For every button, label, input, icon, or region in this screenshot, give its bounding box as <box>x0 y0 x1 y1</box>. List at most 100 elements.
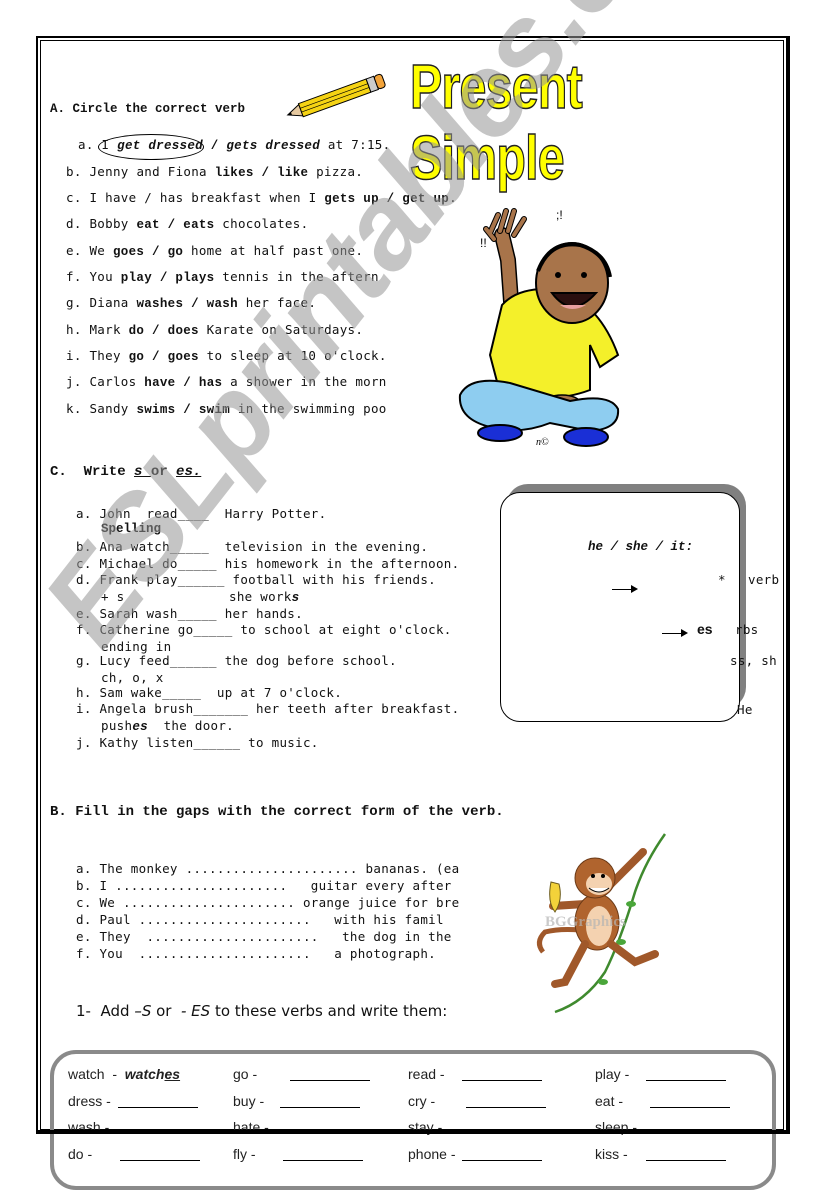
item-sentence-end: home at half past one. <box>183 243 364 258</box>
verb-option-1[interactable]: have <box>144 376 175 390</box>
item-letter: g. <box>76 653 92 668</box>
answer-blank[interactable] <box>290 1080 370 1081</box>
item-letter: h. <box>76 685 92 700</box>
section-a-item: c. I have / has breakfast when I gets up… <box>66 190 457 206</box>
verb-option-2[interactable]: get up <box>402 192 449 206</box>
verb-option-2[interactable]: gets dressed <box>226 139 320 153</box>
item-sentence-end: Karate on Saturdays. <box>198 322 364 337</box>
item-text[interactable]: The monkey ...................... banana… <box>99 861 459 876</box>
answer-blank[interactable] <box>462 1160 542 1161</box>
item-text[interactable]: Sarah wash_____ her hands. <box>99 606 302 621</box>
option-separator: / <box>183 297 207 311</box>
verb-option-2[interactable]: does <box>168 324 199 338</box>
section-c-item: h. Sam wake_____ up at 7 o'clock. <box>76 685 342 700</box>
arrow-right-icon <box>612 585 638 593</box>
item-letter: e. <box>66 243 82 258</box>
section-a-item: a. I get dressed / gets dressed at 7:15. <box>78 137 390 153</box>
rule-box-star: * <box>718 572 726 587</box>
item-text[interactable]: Michael do_____ his homework in the afte… <box>99 556 459 571</box>
section-a-item: i. They go / goes to sleep at 10 o'clock… <box>66 348 387 364</box>
pushes-ending: es <box>132 720 148 734</box>
verb-option-2[interactable]: swim <box>199 403 230 417</box>
section-c-heading-or: or <box>150 464 177 480</box>
section-a-item: k. Sandy swims / swim in the swimming po… <box>66 401 387 417</box>
verb-option-1[interactable]: play <box>121 271 152 285</box>
item-text[interactable]: You ...................... a photograph. <box>99 946 436 961</box>
item-letter: d. <box>76 912 92 927</box>
section-a-item: h. Mark do / does Karate on Saturdays. <box>66 322 363 338</box>
verb-option-1[interactable]: gets up <box>324 192 379 206</box>
item-sentence-end: to sleep at 10 o'clock. <box>198 348 387 363</box>
item-text[interactable]: John read____ Harry Potter. <box>99 506 326 521</box>
answer-blank[interactable] <box>646 1160 726 1161</box>
verb-label: do - <box>68 1146 93 1162</box>
verb-option-2[interactable]: plays <box>175 271 214 285</box>
section-c-item: d. Frank play______ football with his fr… <box>76 572 436 587</box>
item-text[interactable]: Paul ...................... with his fam… <box>99 912 443 927</box>
section-b-item: b. I ...................... guitar every… <box>76 878 452 893</box>
verb-option-1[interactable]: washes <box>136 297 183 311</box>
verb-option-1[interactable]: get dressed <box>117 139 203 153</box>
verb-option-2[interactable]: goes <box>168 350 199 364</box>
ending-in-label: ending in <box>101 639 172 654</box>
item-letter: b. <box>76 539 92 554</box>
item-letter: b. <box>76 878 92 893</box>
answer-blank[interactable] <box>283 1160 363 1161</box>
verb-label: go - <box>233 1066 258 1082</box>
section-a-item: f. You play / plays tennis in the aftern <box>66 269 379 285</box>
verb-option-1[interactable]: swims <box>136 403 175 417</box>
item-text[interactable]: Kathy listen______ to music. <box>99 735 318 750</box>
example-verb: watch - watches <box>68 1066 180 1082</box>
verb-option-1[interactable]: eat <box>136 218 159 232</box>
item-text[interactable]: Lucy feed______ the dog before school. <box>99 653 396 668</box>
item-letter: c. <box>66 190 82 205</box>
artist-signature: n© <box>536 437 549 448</box>
example-answer-base: watch <box>124 1066 165 1082</box>
item-sentence-start: I have / has breakfast when I <box>89 190 325 205</box>
add-s-instruction: 1- Add –S or - ES to these verbs and wri… <box>76 1002 447 1020</box>
answer-blank[interactable] <box>120 1160 200 1161</box>
item-text[interactable]: Sam wake_____ up at 7 o'clock. <box>99 685 342 700</box>
item-text[interactable]: Catherine go_____ to school at eight o'c… <box>99 622 451 637</box>
section-c-item: g. Lucy feed______ the dog before school… <box>76 653 397 668</box>
answer-blank[interactable] <box>280 1107 360 1108</box>
item-letter: h. <box>66 322 82 337</box>
verb-option-2[interactable]: go <box>168 245 184 259</box>
add-s-s: –S <box>134 1002 152 1020</box>
verb-option-2[interactable]: like <box>277 166 308 180</box>
item-sentence-start: Diana <box>89 295 137 310</box>
section-c-item: b. Ana watch_____ television in the even… <box>76 539 428 554</box>
answer-blank[interactable] <box>118 1107 198 1108</box>
item-letter: e. <box>76 929 92 944</box>
verb-label: phone - <box>408 1146 456 1162</box>
verb-option-2[interactable]: has <box>199 376 222 390</box>
verb-option-2[interactable]: eats <box>183 218 214 232</box>
rule-box-es: es <box>697 621 713 637</box>
spelling-label: Spelling <box>101 522 162 536</box>
verb-option-1[interactable]: do <box>129 324 145 338</box>
section-c-heading-prefix: C. Write <box>50 464 135 480</box>
pencil-icon <box>286 73 386 118</box>
item-text[interactable]: Ana watch_____ television in the evening… <box>99 539 428 554</box>
option-separator: / <box>144 245 168 259</box>
answer-blank[interactable] <box>466 1107 546 1108</box>
item-text[interactable]: We ...................... orange juice f… <box>99 895 459 910</box>
item-sentence-end: pizza. <box>308 164 364 179</box>
item-sentence-start: You <box>89 269 121 284</box>
verb-option-1[interactable]: goes <box>113 245 144 259</box>
she-works-ending: s <box>291 591 300 605</box>
item-text[interactable]: They ...................... the dog in t… <box>99 929 451 944</box>
verb-option-1[interactable]: likes <box>215 166 254 180</box>
item-text[interactable]: I ...................... guitar every af… <box>99 878 451 893</box>
verb-option-1[interactable]: go <box>129 350 145 364</box>
verb-option-2[interactable]: wash <box>207 297 238 311</box>
answer-blank[interactable] <box>650 1107 730 1108</box>
item-text[interactable]: Frank play______ football with his frien… <box>99 572 436 587</box>
rule-box-fragment-verb: verb <box>748 572 780 587</box>
example-verb-answer: watches <box>125 1066 180 1082</box>
answer-blank[interactable] <box>462 1080 542 1081</box>
item-text[interactable]: Angela brush_______ her teeth after brea… <box>99 701 459 716</box>
motion-lines-left: !! <box>480 236 487 250</box>
add-s-es: - ES <box>176 1002 211 1020</box>
answer-blank[interactable] <box>646 1080 726 1081</box>
